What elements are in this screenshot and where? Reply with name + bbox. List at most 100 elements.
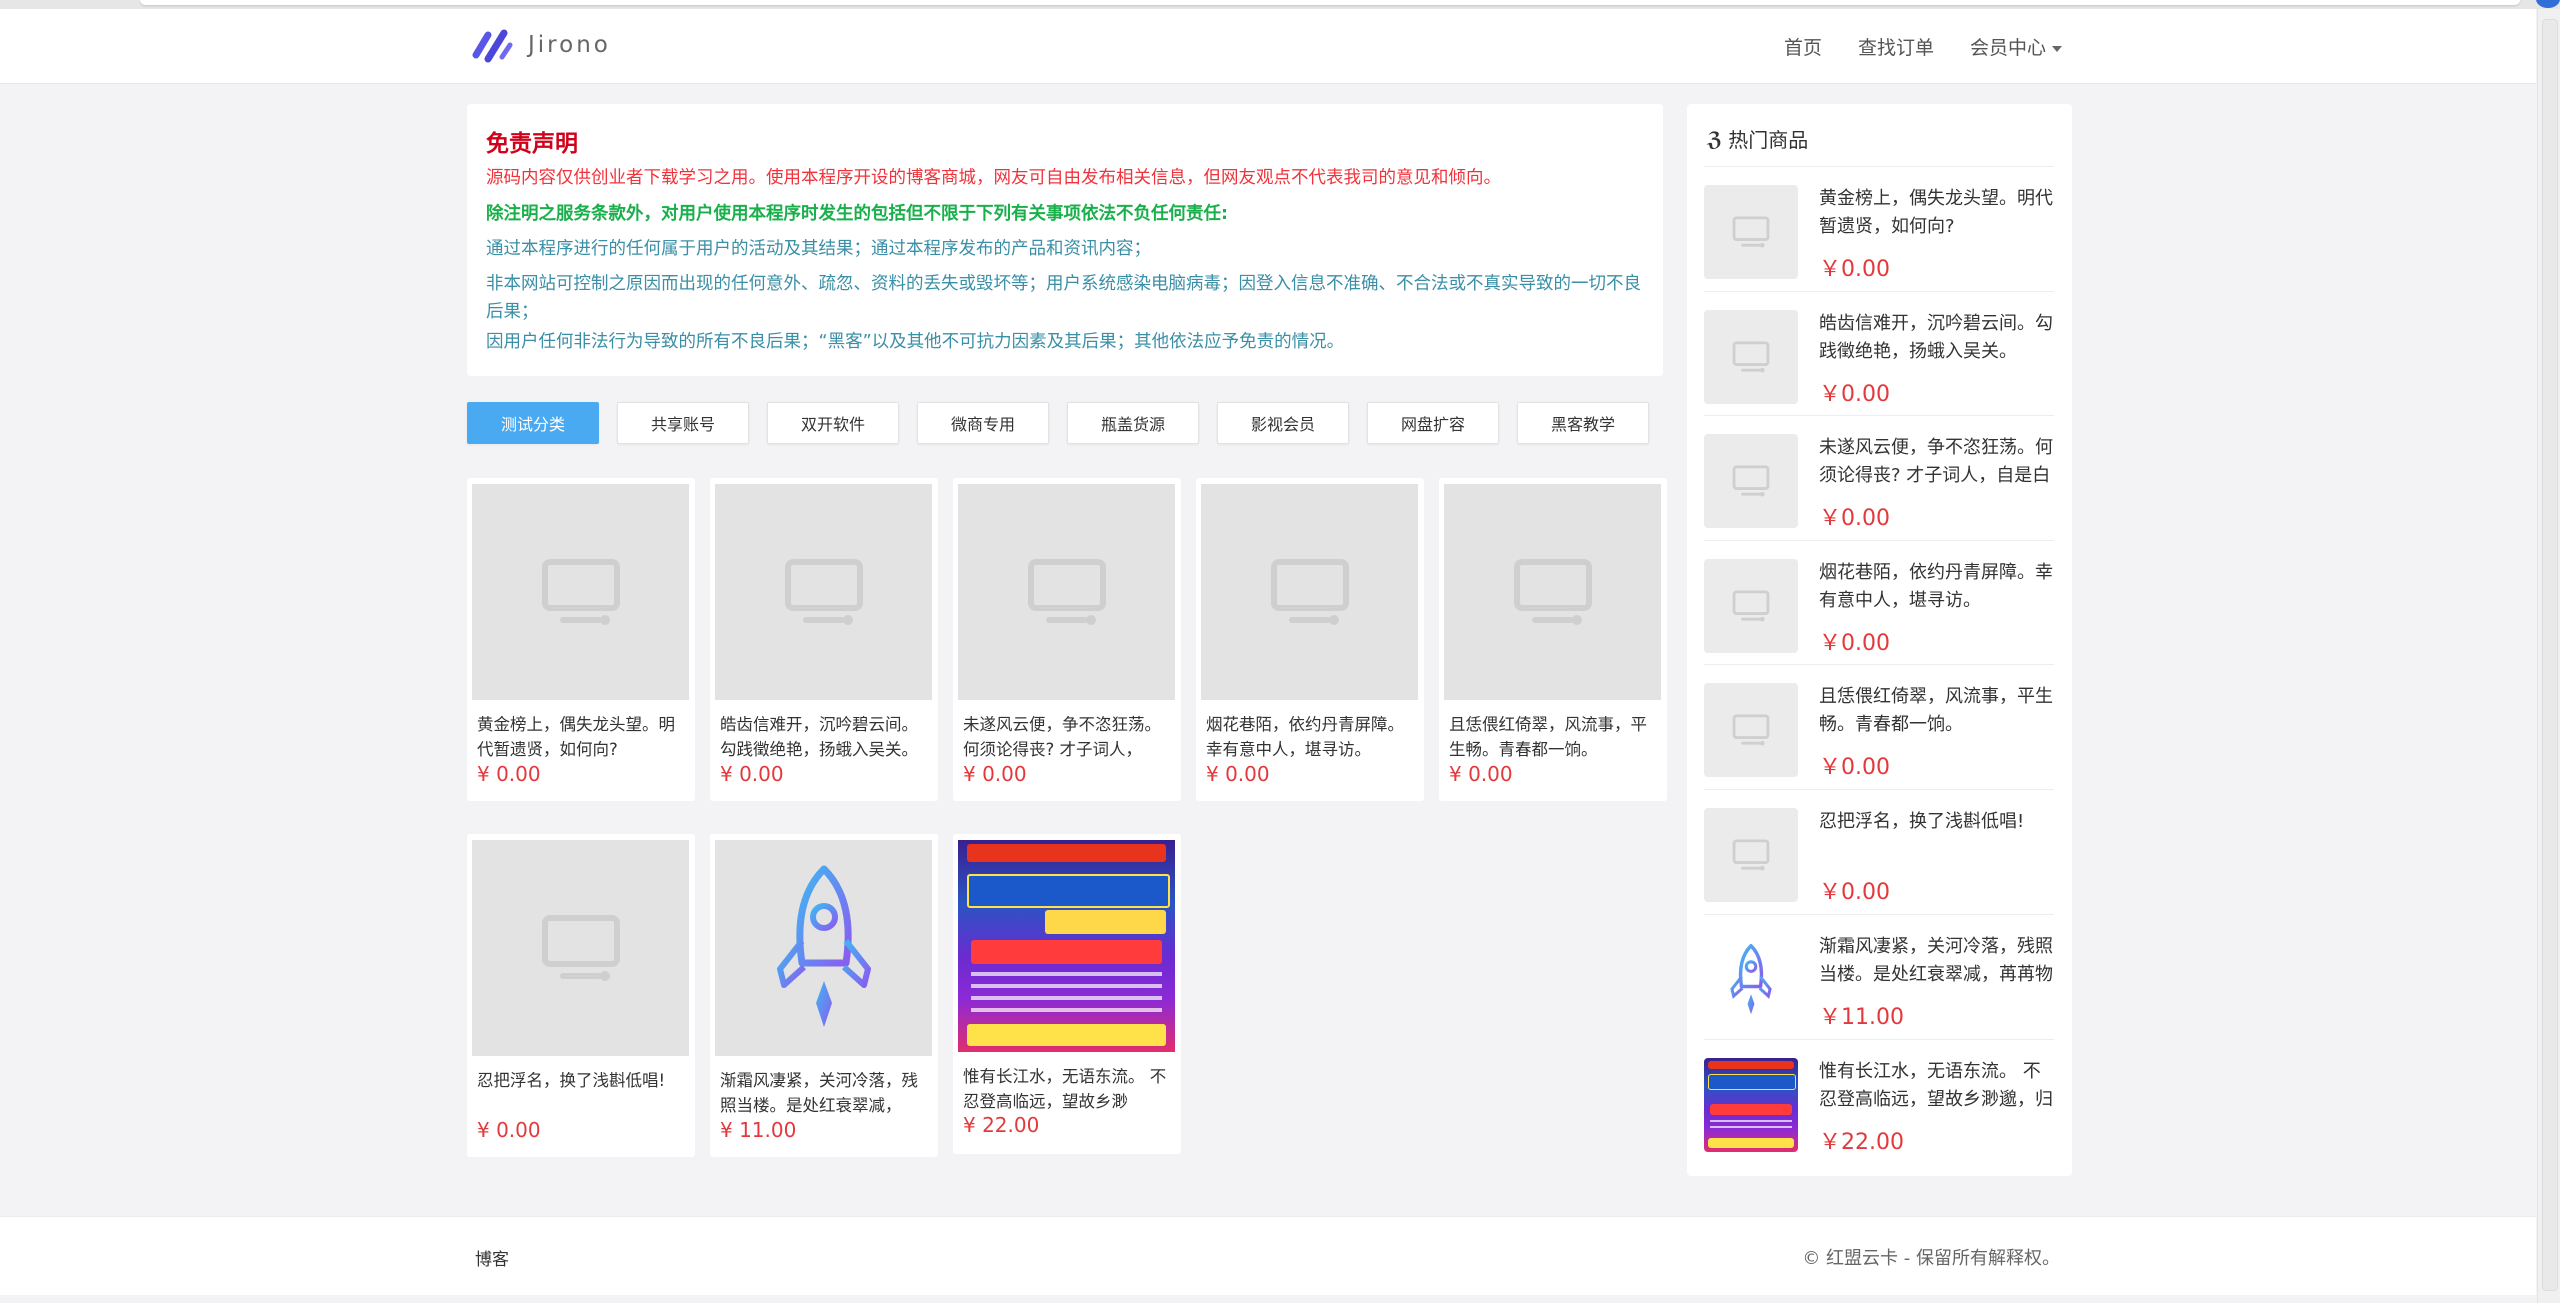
scrollbar-thumb[interactable] xyxy=(2542,19,2558,1291)
hot-product-price: ￥0.00 xyxy=(1819,382,1890,407)
hot-product-name[interactable]: 渐霜风凄紧，关河冷落，残照当楼。是处红衰翠减，苒苒物 xyxy=(1819,933,2054,989)
hot-product-thumb[interactable] xyxy=(1704,434,1798,528)
product-name[interactable]: 忍把浮名，换了浅斟低唱! xyxy=(477,1068,687,1093)
monitor-placeholder-icon xyxy=(1732,465,1770,497)
hot-product-price: ￥0.00 xyxy=(1819,257,1890,282)
hot-product-price: ￥0.00 xyxy=(1819,755,1890,780)
monitor-placeholder-icon xyxy=(1270,559,1349,625)
product-image[interactable] xyxy=(715,484,932,700)
product-image[interactable] xyxy=(1201,484,1418,700)
footer: 博客 © 红盟云卡 - 保留所有解释权。 xyxy=(0,1216,2536,1295)
product-name[interactable]: 惟有长江水，无语东流。 不忍登高临远，望故乡渺邈，... xyxy=(963,1064,1173,1114)
disclaimer-line: 除注明之服务条款外，对用户使用本程序时发生的包括但不限于下列有关事项依法不负任何… xyxy=(486,204,1228,224)
hot-product-name[interactable]: 黄金榜上，偶失龙头望。明代暂遗贤，如何向? xyxy=(1819,185,2054,241)
monitor-placeholder-icon xyxy=(1732,839,1770,871)
promo-banner-image xyxy=(958,840,1175,1052)
hot-product-item[interactable]: 未遂风云便，争不恣狂荡。何须论得丧? 才子词人，自是白 ￥0.00 xyxy=(1704,415,2054,540)
browser-profile-icon[interactable] xyxy=(2536,0,2560,8)
category-tab-cloud-disk[interactable]: 网盘扩容 xyxy=(1367,402,1499,444)
product-image[interactable] xyxy=(958,840,1175,1052)
product-image[interactable] xyxy=(1444,484,1661,700)
disclaimer-panel: 免责声明 源码内容仅供创业者下载学习之用。使用本程序开设的博客商城，网友可自由发… xyxy=(467,104,1663,376)
hot-product-name[interactable]: 忍把浮名，换了浅斟低唱! xyxy=(1819,808,2054,836)
product-name[interactable]: 渐霜风凄紧，关河冷落，残照当楼。是处红衰翠减，苒... xyxy=(720,1068,930,1118)
product-card[interactable]: 惟有长江水，无语东流。 不忍登高临远，望故乡渺邈，... ¥ 22.00 xyxy=(953,834,1181,1154)
product-price: ¥ 0.00 xyxy=(1206,762,1270,786)
hot-product-item[interactable]: 皓齿信难开，沉吟碧云间。勾践徵绝艳，扬蛾入吴关。 ￥0.00 xyxy=(1704,291,2054,416)
product-price: ¥ 0.00 xyxy=(477,762,541,786)
product-card[interactable]: 烟花巷陌，依约丹青屏障。幸有意中人，堪寻访。 ¥ 0.00 xyxy=(1196,478,1424,801)
hot-product-price: ￥0.00 xyxy=(1819,506,1890,531)
product-name[interactable]: 且恁偎红倚翠，风流事，平生畅。青春都一饷。 xyxy=(1449,712,1659,762)
product-name[interactable]: 黄金榜上，偶失龙头望。明代暂遗贤，如何向? xyxy=(477,712,687,762)
monitor-placeholder-icon xyxy=(1732,714,1770,746)
product-image[interactable] xyxy=(958,484,1175,700)
product-name[interactable]: 皓齿信难开，沉吟碧云间。勾践徵绝艳，扬蛾入吴关。 xyxy=(720,712,930,762)
monitor-placeholder-icon xyxy=(1732,590,1770,622)
disclaimer-line: 因用户任何非法行为导致的所有不良后果；“黑客”以及其他不可抗力因素及其后果；其他… xyxy=(486,332,1345,352)
product-price: ¥ 22.00 xyxy=(963,1113,1040,1137)
top-nav: 首页 查找订单 会员中心 xyxy=(1784,33,2062,60)
footer-blog-link[interactable]: 博客 xyxy=(475,1245,509,1270)
hot-product-thumb[interactable] xyxy=(1704,1058,1798,1152)
rocket-icon xyxy=(1730,944,1772,1015)
product-price: ¥ 11.00 xyxy=(720,1118,797,1142)
logo-text: Jirono xyxy=(528,32,611,58)
product-card[interactable]: 忍把浮名，换了浅斟低唱! ¥ 0.00 xyxy=(467,834,695,1157)
hot-icon: ℨ xyxy=(1707,126,1723,151)
monitor-placeholder-icon xyxy=(541,559,620,625)
hot-product-thumb[interactable] xyxy=(1704,808,1798,902)
hot-product-item[interactable]: 惟有长江水，无语东流。 不忍登高临远，望故乡渺邈，归思 ￥22.00 xyxy=(1704,1039,2054,1164)
hot-product-thumb[interactable] xyxy=(1704,933,1798,1027)
hot-product-thumb[interactable] xyxy=(1704,310,1798,404)
nav-home[interactable]: 首页 xyxy=(1784,33,1822,60)
disclaimer-line: 非本网站可控制之原因而出现的任何意外、疏忽、资料的丢失或毁坏等；用户系统感染电脑… xyxy=(486,274,1641,322)
sidebar-title: 热门商品 xyxy=(1728,128,1809,152)
category-tab-test[interactable]: 测试分类 xyxy=(467,402,599,444)
product-price: ¥ 0.00 xyxy=(963,762,1027,786)
product-card[interactable]: 皓齿信难开，沉吟碧云间。勾践徵绝艳，扬蛾入吴关。 ¥ 0.00 xyxy=(710,478,938,801)
hot-product-thumb[interactable] xyxy=(1704,185,1798,279)
hot-product-item[interactable]: 黄金榜上，偶失龙头望。明代暂遗贤，如何向? ￥0.00 xyxy=(1704,166,2054,291)
category-tab-video-vip[interactable]: 影视会员 xyxy=(1217,402,1349,444)
hot-product-item[interactable]: 忍把浮名，换了浅斟低唱! ￥0.00 xyxy=(1704,789,2054,914)
product-name[interactable]: 烟花巷陌，依约丹青屏障。幸有意中人，堪寻访。 xyxy=(1206,712,1416,762)
hot-product-item[interactable]: 渐霜风凄紧，关河冷落，残照当楼。是处红衰翠减，苒苒物 ￥11.00 xyxy=(1704,914,2054,1039)
disclaimer-line: 源码内容仅供创业者下载学习之用。使用本程序开设的博客商城，网友可自由发布相关信息… xyxy=(486,168,1501,188)
hot-product-item[interactable]: 且恁偎红倚翠，风流事，平生畅。青春都一饷。 ￥0.00 xyxy=(1704,664,2054,789)
hot-product-name[interactable]: 惟有长江水，无语东流。 不忍登高临远，望故乡渺邈，归思 xyxy=(1819,1058,2054,1114)
category-tab-hacker-tutorial[interactable]: 黑客教学 xyxy=(1517,402,1649,444)
disclaimer-title: 免责声明 xyxy=(486,131,578,157)
sidebar-header: ℨ 热门商品 xyxy=(1707,124,1808,153)
nav-member-center[interactable]: 会员中心 xyxy=(1970,33,2062,60)
hot-product-thumb[interactable] xyxy=(1704,683,1798,777)
product-card[interactable]: 渐霜风凄紧，关河冷落，残照当楼。是处红衰翠减，苒... ¥ 11.00 xyxy=(710,834,938,1157)
rocket-icon xyxy=(776,865,871,1027)
hot-product-name[interactable]: 烟花巷陌，依约丹青屏障。幸有意中人，堪寻访。 xyxy=(1819,559,2054,615)
product-image[interactable] xyxy=(472,484,689,700)
hot-product-name[interactable]: 且恁偎红倚翠，风流事，平生畅。青春都一饷。 xyxy=(1819,683,2054,739)
category-tab-bottle-cap[interactable]: 瓶盖货源 xyxy=(1067,402,1199,444)
product-price: ¥ 0.00 xyxy=(477,1118,541,1142)
hot-product-price: ￥22.00 xyxy=(1819,1130,1904,1155)
product-card[interactable]: 且恁偎红倚翠，风流事，平生畅。青春都一饷。 ¥ 0.00 xyxy=(1439,478,1667,801)
hot-product-name[interactable]: 未遂风云便，争不恣狂荡。何须论得丧? 才子词人，自是白 xyxy=(1819,434,2054,490)
category-tabs: 测试分类 共享账号 双开软件 微商专用 瓶盖货源 影视会员 网盘扩容 黑客教学 xyxy=(467,402,1649,444)
category-tab-dual-software[interactable]: 双开软件 xyxy=(767,402,899,444)
product-card[interactable]: 黄金榜上，偶失龙头望。明代暂遗贤，如何向? ¥ 0.00 xyxy=(467,478,695,801)
page-scrollbar[interactable] xyxy=(2537,9,2560,1303)
hot-product-name[interactable]: 皓齿信难开，沉吟碧云间。勾践徵绝艳，扬蛾入吴关。 xyxy=(1819,310,2054,366)
nav-member-center-label: 会员中心 xyxy=(1969,37,2046,59)
category-tab-wechat-business[interactable]: 微商专用 xyxy=(917,402,1049,444)
product-image[interactable] xyxy=(715,840,932,1056)
product-price: ¥ 0.00 xyxy=(720,762,784,786)
hot-product-item[interactable]: 烟花巷陌，依约丹青屏障。幸有意中人，堪寻访。 ￥0.00 xyxy=(1704,540,2054,665)
hot-product-thumb[interactable] xyxy=(1704,559,1798,653)
nav-find-order[interactable]: 查找订单 xyxy=(1858,33,1934,60)
product-image[interactable] xyxy=(472,840,689,1056)
category-tab-shared-account[interactable]: 共享账号 xyxy=(617,402,749,444)
product-card[interactable]: 未遂风云便，争不恣狂荡。何须论得丧? 才子词人，自... ¥ 0.00 xyxy=(953,478,1181,801)
browser-address-bar[interactable] xyxy=(140,0,2520,5)
site-logo[interactable]: Jirono xyxy=(472,27,611,63)
product-name[interactable]: 未遂风云便，争不恣狂荡。何须论得丧? 才子词人，自... xyxy=(963,712,1173,762)
